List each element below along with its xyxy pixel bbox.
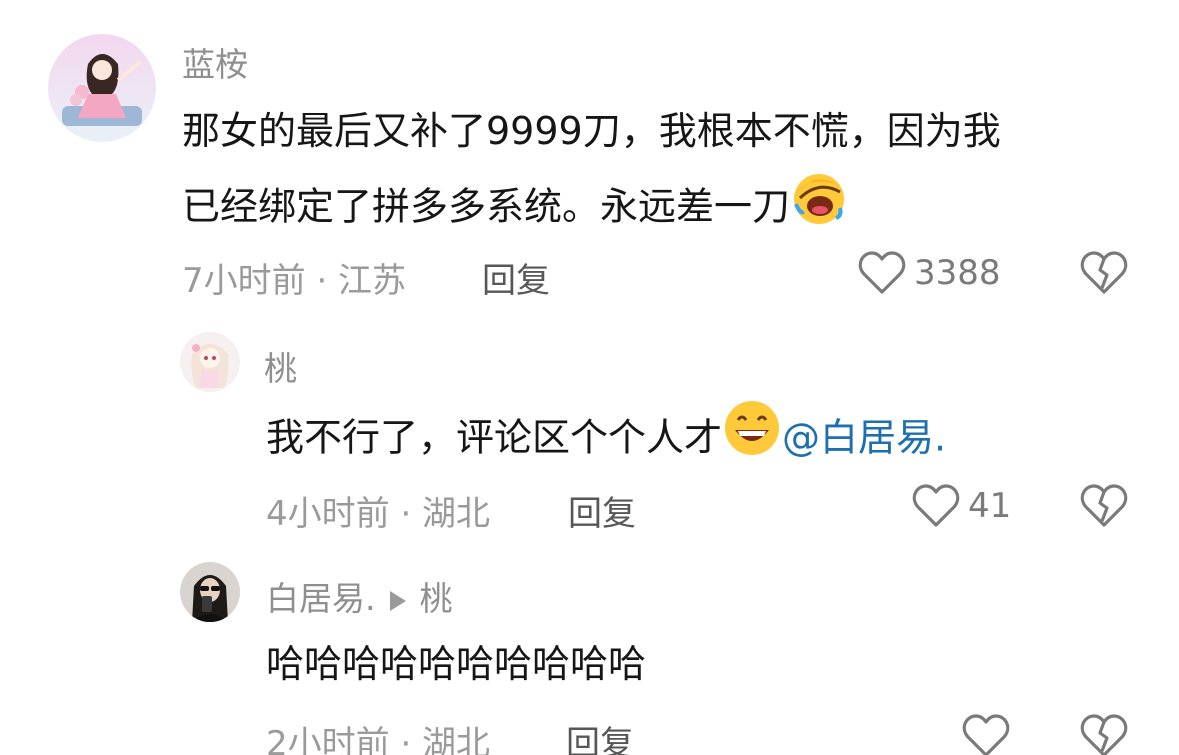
reply-item: 白居易. 桃 哈哈哈哈哈哈哈哈哈哈 2小时前 · 湖北 回复 [0, 550, 1179, 755]
dislike-button[interactable] [1080, 713, 1128, 755]
reply-button[interactable]: 回复 [568, 486, 636, 535]
heart-outline-icon [858, 251, 906, 294]
username[interactable]: 桃 [264, 342, 297, 390]
like-button[interactable]: 3388 [858, 250, 1001, 296]
avatar-image [48, 34, 156, 142]
like-button[interactable] [962, 713, 1010, 755]
avatar-image [180, 332, 240, 392]
username[interactable]: 蓝桉 [182, 38, 248, 86]
avatar[interactable] [48, 34, 156, 142]
grinning-face-emoji [722, 398, 782, 482]
like-count: 41 [968, 486, 1012, 526]
avatar[interactable] [180, 562, 240, 622]
broken-heart-icon [1080, 251, 1128, 294]
broken-heart-icon [1080, 714, 1128, 755]
reply-button[interactable]: 回复 [566, 716, 634, 755]
avatar-image [180, 562, 240, 622]
mention-link[interactable]: @白居易. [782, 416, 946, 460]
laughing-face-emoji [790, 168, 848, 250]
comment-item: 蓝桉 那女的最后又补了9999刀，我根本不慌，因为我 已经绑定了拼多多系统。永远… [0, 0, 1179, 320]
reply-header: 白居易. 桃 [266, 572, 453, 620]
comment-text: 那女的最后又补了9999刀，我根本不慌，因为我 已经绑定了拼多多系统。永远差一刀 [182, 94, 1001, 250]
comment-text: 我不行了，评论区个个人才 @白居易. [266, 398, 946, 482]
comment-meta: 2小时前 · 湖北 [266, 724, 491, 755]
heart-outline-icon [962, 714, 1010, 755]
comment-text-line-2: 已经绑定了拼多多系统。永远差一刀 [182, 168, 1001, 250]
comment-text-line-2-text: 已经绑定了拼多多系统。永远差一刀 [182, 184, 791, 229]
comment-text: 哈哈哈哈哈哈哈哈哈哈 [266, 642, 647, 686]
comment-text-line-1: 那女的最后又补了9999刀，我根本不慌，因为我 [182, 109, 1001, 153]
like-button[interactable]: 41 [912, 483, 1011, 529]
comment-meta: 4小时前 · 湖北 [266, 494, 491, 534]
broken-heart-icon [1080, 484, 1128, 527]
like-count: 3388 [914, 253, 1001, 293]
comment-text-content: 我不行了，评论区个个人才 [266, 415, 723, 460]
reply-button[interactable]: 回复 [482, 253, 550, 302]
heart-outline-icon [912, 484, 960, 527]
reply-item: 桃 我不行了，评论区个个人才 @白居易. 4小时前 · 湖北 回复 41 [0, 320, 1179, 540]
play-arrow-icon [389, 590, 406, 611]
dislike-button[interactable] [1080, 483, 1128, 533]
avatar[interactable] [180, 332, 240, 392]
username[interactable]: 白居易. [266, 579, 376, 618]
dislike-button[interactable] [1080, 250, 1128, 300]
reply-to-username[interactable]: 桃 [420, 579, 453, 618]
comment-meta: 7小时前 · 江苏 [182, 261, 407, 301]
